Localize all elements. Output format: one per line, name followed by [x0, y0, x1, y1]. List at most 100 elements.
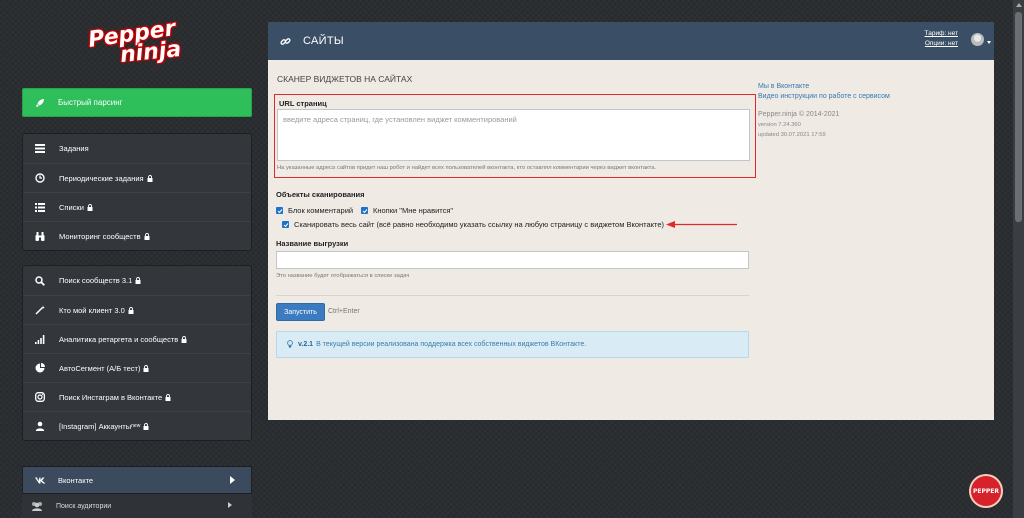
users-icon: [30, 501, 44, 511]
run-button[interactable]: Запустить: [276, 303, 325, 321]
rocket-icon: [35, 98, 45, 108]
search-icon: [35, 275, 45, 286]
sidebar-item-label: Списки: [59, 202, 84, 212]
checkbox-scan-whole-site[interactable]: Сканировать весь сайт (всё равно необход…: [282, 220, 664, 229]
checkbox-label: Сканировать весь сайт (всё равно необход…: [294, 220, 665, 229]
red-arrow-annotation: [666, 221, 737, 228]
url-textarea[interactable]: [277, 109, 750, 161]
export-name-input[interactable]: [276, 251, 749, 269]
url-label: URL страниц: [279, 99, 327, 108]
sidebar-item-instagram-search[interactable]: Поиск Инстаграм в Вконтакте: [23, 382, 251, 411]
vk-group-link[interactable]: Мы в Вконтакте: [758, 82, 890, 92]
side-links: Мы в Вконтакте Видео инструкции по работ…: [758, 82, 890, 102]
lock-icon: [144, 232, 150, 240]
chevron-right-icon: [230, 476, 235, 484]
pie-chart-icon: [35, 363, 45, 373]
sidebar-item-label: Вконтакте: [58, 475, 94, 485]
version-info: Pepper.ninja © 2014-2021 version 7.24.36…: [758, 109, 839, 140]
sidebar-group-tools: Поиск сообществ 3.1 Кто мой клиент 3.0 А…: [22, 265, 252, 441]
sidebar-item-label: Мониторинг сообществ: [59, 231, 141, 241]
lock-icon: [181, 335, 187, 343]
sidebar-item-autosegment[interactable]: АвтоСегмент (А/Б тест): [23, 353, 251, 382]
sidebar-item-label: АвтоСегмент (А/Б тест): [59, 363, 141, 373]
video-instructions-link[interactable]: Видео инструкции по работе с сервисом: [758, 92, 890, 102]
checkbox-comment-block[interactable]: Блок комментарий: [276, 206, 353, 215]
checkbox-checked-icon[interactable]: [276, 207, 283, 214]
sidebar-item-label: Поиск сообществ 3.1: [59, 276, 133, 285]
section-title: СКАНЕР ВИДЖЕТОВ НА САЙТАХ: [277, 74, 413, 84]
scroll-thumb[interactable]: [1015, 12, 1022, 222]
lock-icon: [135, 277, 141, 284]
options-link[interactable]: Опции: нет: [925, 40, 958, 47]
sidebar-item-label: Поиск аудитории: [56, 502, 112, 510]
alert-text: В текущей версии реализована поддержка в…: [316, 341, 587, 348]
magic-wand-icon: [35, 305, 45, 315]
sidebar-item-retarget-analytics[interactable]: Аналитика ретаргета и сообществ: [23, 324, 251, 353]
clock-icon: [35, 173, 45, 183]
sidebar-item-community-search[interactable]: Поиск сообществ 3.1: [23, 266, 251, 295]
info-alert: v.2.1 В текущей версии реализована подде…: [276, 331, 749, 358]
sidebar-item-vkontakte[interactable]: Вконтакте: [22, 466, 252, 494]
sidebar-item-instagram-accounts[interactable]: [Instagram] Аккаунты new: [23, 411, 251, 440]
sidebar-item-lists[interactable]: Списки: [23, 192, 251, 221]
pepper-chat-badge[interactable]: PEPPER: [969, 474, 1003, 508]
logo[interactable]: Pepper ninja: [84, 16, 194, 70]
lock-icon: [128, 306, 134, 314]
scan-objects-title: Объекты сканирования: [276, 190, 365, 199]
signal-bars-icon: [35, 334, 45, 344]
chevron-right-icon: [228, 502, 232, 508]
sidebar-item-periodic-tasks[interactable]: Периодические задания: [23, 163, 251, 192]
quick-parse-button[interactable]: Быстрый парсинг: [22, 88, 252, 117]
link-icon: [280, 36, 291, 47]
new-badge: new: [131, 423, 141, 429]
scroll-up-arrow-icon[interactable]: [1016, 3, 1022, 7]
tariff-info: Тариф: нет Опции: нет: [925, 29, 958, 49]
sidebar-item-label: Поиск Инстаграм в Вконтакте: [59, 392, 163, 402]
sidebar-item-monitoring[interactable]: Мониторинг сообществ: [23, 221, 251, 250]
checkbox-checked-icon[interactable]: [282, 221, 289, 228]
export-name-label: Название выгрузки: [276, 239, 349, 248]
sidebar-group-main: Задания Периодические задания Списки Мон…: [22, 133, 252, 251]
lock-icon: [147, 174, 153, 182]
binoculars-icon: [35, 231, 45, 241]
export-help-text: Это название будет отображаться в списке…: [276, 273, 410, 279]
instagram-icon: [35, 392, 45, 402]
alert-version: v.2.1: [298, 341, 314, 348]
copyright: Pepper.ninja © 2014-2021: [758, 111, 840, 118]
divider: [276, 295, 749, 296]
sidebar-item-tasks[interactable]: Задания: [23, 134, 251, 163]
sidebar-item-label: Периодические задания: [59, 173, 144, 183]
panel-header: САЙТЫ Тариф: нет Опции: нет: [268, 22, 994, 60]
sidebar-item-label: Задания: [59, 144, 89, 153]
quick-parse-label: Быстрый парсинг: [58, 98, 123, 107]
main-panel: САЙТЫ Тариф: нет Опции: нет СКАНЕР ВИДЖЕ…: [268, 22, 994, 420]
lock-icon: [143, 422, 149, 430]
updated: updated 30.07.2021 17:59: [758, 132, 826, 138]
url-field-highlight: URL страниц На указанные адреса сайтов п…: [274, 94, 756, 178]
url-help-text: На указанные адреса сайтов придет наш ро…: [277, 165, 657, 171]
sidebar-item-label: Аналитика ретаргета и сообществ: [59, 334, 179, 344]
user-icon: [35, 421, 45, 431]
sidebar-item-audience-search[interactable]: Поиск аудитории: [22, 494, 252, 518]
hotkey-hint: Ctrl+Enter: [328, 308, 360, 315]
version: version 7.24.360: [758, 122, 801, 128]
list-icon: [35, 202, 45, 212]
lock-icon: [87, 203, 93, 211]
checkbox-like-buttons[interactable]: Кнопки "Мне нравится": [361, 206, 453, 215]
tasks-icon: [35, 144, 45, 154]
lock-icon: [165, 393, 171, 401]
lock-icon: [143, 364, 149, 372]
vk-icon: [35, 477, 46, 484]
sidebar-item-label: [Instagram] Аккаунты: [59, 421, 132, 431]
lightbulb-icon: [287, 340, 293, 349]
caret-down-icon[interactable]: [987, 41, 991, 44]
page-title: САЙТЫ: [303, 35, 344, 47]
checkbox-label: Кнопки "Мне нравится": [373, 206, 454, 215]
logo-word-ninja: ninja: [118, 36, 183, 69]
sidebar-item-who-is-my-client[interactable]: Кто мой клиент 3.0: [23, 295, 251, 324]
tariff-link[interactable]: Тариф: нет: [925, 30, 958, 37]
avatar[interactable]: [971, 33, 984, 46]
checkbox-checked-icon[interactable]: [361, 207, 368, 214]
page-scrollbar[interactable]: [1013, 0, 1024, 518]
sidebar-item-label: Кто мой клиент 3.0: [59, 305, 125, 315]
